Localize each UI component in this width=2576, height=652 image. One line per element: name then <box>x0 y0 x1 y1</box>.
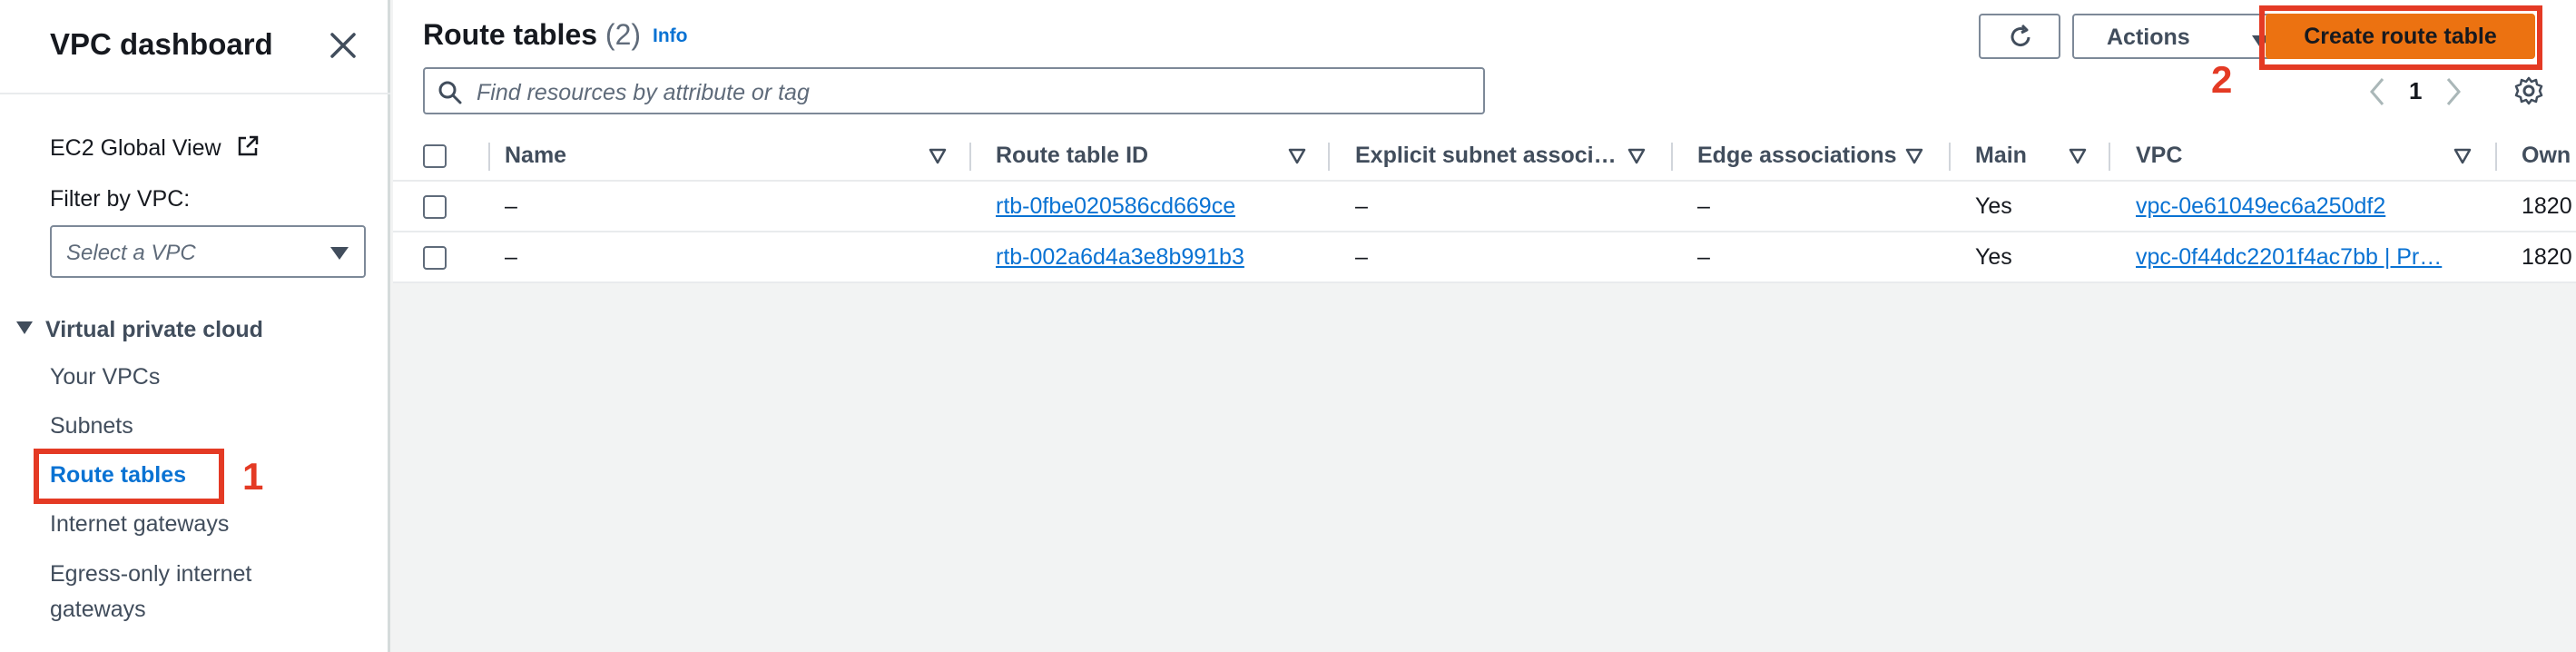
cell-route-table-id-link[interactable]: rtb-002a6d4a3e8b991b3 <box>996 232 1244 282</box>
gear-icon[interactable] <box>2512 74 2545 112</box>
item-count: (2) <box>605 18 642 51</box>
chevron-left-icon[interactable] <box>2368 76 2386 112</box>
sort-icon[interactable] <box>2069 148 2087 169</box>
chevron-right-icon[interactable] <box>2444 76 2463 112</box>
sidebar: VPC dashboard EC2 Global View Filter by … <box>0 0 390 652</box>
table-header-area: Route tables (2) Info Actions Create rou… <box>393 0 2576 132</box>
column-divider <box>969 143 971 171</box>
ec2-global-view-label: EC2 Global View <box>50 135 221 161</box>
caret-down-icon <box>16 314 33 341</box>
annotation-number-2: 2 <box>2211 58 2233 101</box>
refresh-button[interactable] <box>1979 14 2060 59</box>
virtual-private-cloud-section[interactable]: Virtual private cloud <box>16 314 263 343</box>
refresh-icon <box>2011 24 2030 47</box>
column-header-name[interactable]: Name <box>505 132 566 180</box>
app: VPC dashboard EC2 Global View Filter by … <box>0 0 2576 652</box>
search-icon <box>438 81 462 104</box>
column-divider <box>1328 143 1330 171</box>
cell-route-table-id-link[interactable]: rtb-0fbe020586cd669ce <box>996 182 1235 231</box>
column-divider <box>2109 143 2110 171</box>
annotation-highlight-2 <box>2259 5 2542 70</box>
row-checkbox[interactable] <box>423 195 447 219</box>
column-header-edge-associations[interactable]: Edge associations <box>1697 132 1897 180</box>
cell-vpc-link[interactable]: vpc-0f44dc2201f4ac7bb | Pr… <box>2136 232 2481 282</box>
row-checkbox[interactable] <box>423 246 447 270</box>
table-row[interactable]: – rtb-0fbe020586cd669ce – – Yes vpc-0e61… <box>393 182 2576 232</box>
page-title-text: Route tables <box>423 18 598 51</box>
close-icon[interactable] <box>327 29 359 62</box>
annotation-number-1: 1 <box>242 455 264 498</box>
column-divider <box>2495 143 2497 171</box>
sidebar-item-egress-only-internet-gateways[interactable]: Egress-only internet gateways <box>50 561 251 623</box>
cell-vpc-link[interactable]: vpc-0e61049ec6a250df2 <box>2136 182 2481 231</box>
section-title: Virtual private cloud <box>45 317 263 342</box>
sidebar-item-label: Egress-only internet <box>50 561 252 587</box>
main-content: Route tables (2) Info Actions Create rou… <box>393 0 2576 652</box>
cell-main: Yes <box>1975 243 2012 270</box>
column-divider <box>488 143 490 171</box>
cell-edge-associations: – <box>1697 193 1710 219</box>
column-header-owner[interactable]: Own <box>2522 132 2576 180</box>
info-link[interactable]: Info <box>653 25 687 47</box>
sort-icon[interactable] <box>1288 148 1306 169</box>
sidebar-item-label: gateways <box>50 597 146 622</box>
column-header-route-table-id[interactable]: Route table ID <box>996 132 1148 180</box>
table-header-row: Name Route table ID Explicit subnet asso… <box>393 132 2576 182</box>
annotation-highlight-1 <box>34 449 224 504</box>
sidebar-item-your-vpcs[interactable]: Your VPCs <box>50 364 160 390</box>
cell-main: Yes <box>1975 193 2012 219</box>
sort-icon[interactable] <box>2453 148 2472 169</box>
cell-name: – <box>505 243 517 270</box>
cell-edge-associations: – <box>1697 243 1710 270</box>
actions-label: Actions <box>2107 25 2190 50</box>
sort-icon[interactable] <box>1627 148 1646 169</box>
page-number[interactable]: 1 <box>2409 77 2422 105</box>
sidebar-item-subnets[interactable]: Subnets <box>50 413 133 440</box>
cell-explicit-subnet: – <box>1355 193 1368 219</box>
sidebar-divider <box>0 93 390 94</box>
external-link-icon <box>236 134 260 164</box>
vpc-filter-select[interactable]: Select a VPC <box>50 225 366 278</box>
sidebar-title: VPC dashboard <box>50 27 273 61</box>
select-all-checkbox[interactable] <box>423 144 447 168</box>
pagination: 1 <box>2345 73 2571 113</box>
search-input[interactable]: Find resources by attribute or tag <box>423 67 1485 114</box>
column-divider <box>1671 143 1673 171</box>
page-title: Route tables (2) <box>423 18 641 52</box>
column-header-explicit-subnet[interactable]: Explicit subnet associ… <box>1355 132 1637 180</box>
column-header-vpc[interactable]: VPC <box>2136 132 2182 180</box>
cell-owner: 1820 <box>2522 243 2572 270</box>
search-placeholder: Find resources by attribute or tag <box>477 80 810 105</box>
table-row[interactable]: – rtb-002a6d4a3e8b991b3 – – Yes vpc-0f44… <box>393 232 2576 283</box>
filter-by-vpc-label: Filter by VPC: <box>50 186 191 212</box>
cell-name: – <box>505 193 517 219</box>
ec2-global-view-link[interactable]: EC2 Global View <box>50 134 260 164</box>
caret-down-icon <box>329 246 349 265</box>
sidebar-item-internet-gateways[interactable]: Internet gateways <box>50 511 229 538</box>
sort-icon[interactable] <box>1905 148 1923 169</box>
column-header-main[interactable]: Main <box>1975 132 2027 180</box>
cell-owner: 1820 <box>2522 193 2572 219</box>
column-divider <box>1949 143 1951 171</box>
sort-icon[interactable] <box>929 148 947 169</box>
cell-explicit-subnet: – <box>1355 243 1368 270</box>
route-tables-table: Name Route table ID Explicit subnet asso… <box>393 132 2576 283</box>
vpc-filter-placeholder: Select a VPC <box>66 241 196 265</box>
